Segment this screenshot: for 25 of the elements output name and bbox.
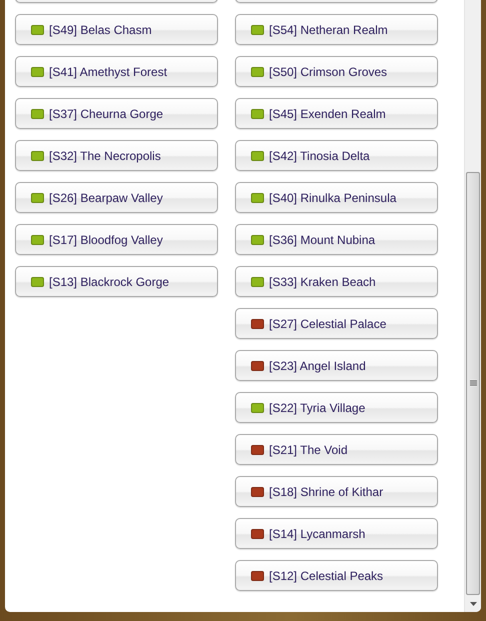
server-button[interactable]: [S37] Cheurna Gorge — [15, 98, 218, 129]
server-button[interactable]: [S41] Amethyst Forest — [15, 56, 218, 87]
server-button[interactable]: [S45] Exenden Realm — [235, 98, 438, 129]
server-button[interactable]: [S22] Tyria Village — [235, 392, 438, 423]
server-button[interactable]: [S23] Angel Island — [235, 350, 438, 381]
server-button[interactable]: [S33] Kraken Beach — [235, 266, 438, 297]
server-button[interactable]: [S26] Bearpaw Valley — [15, 182, 218, 213]
server-button[interactable]: [S42] Tinosia Delta — [235, 140, 438, 171]
server-button[interactable]: [S49] Belas Chasm — [15, 14, 218, 45]
server-button[interactable]: [S54] Netheran Realm — [235, 14, 438, 45]
server-button[interactable]: [S21] The Void — [235, 434, 438, 465]
server-button[interactable]: [S27] Celestial Palace — [235, 308, 438, 339]
server-button[interactable]: [S13] Blackrock Gorge — [15, 266, 218, 297]
server-button[interactable]: [S17] Bloodfog Valley — [15, 224, 218, 255]
server-button[interactable]: [S12] Celestial Peaks — [235, 560, 438, 591]
grip-icon — [470, 380, 476, 387]
scroll-down-icon[interactable] — [470, 602, 476, 606]
scrollbar-thumb[interactable] — [466, 172, 480, 595]
server-button[interactable]: [S18] Shrine of Kithar — [235, 476, 438, 507]
server-button[interactable]: [S40] Rinulka Peninsula — [235, 182, 438, 213]
server-button[interactable]: [S14] Lycanmarsh — [235, 518, 438, 549]
server-button[interactable]: [S32] The Necropolis — [15, 140, 218, 171]
server-button[interactable]: [S50] Crimson Groves — [235, 56, 438, 87]
server-button[interactable]: [S36] Mount Nubina — [235, 224, 438, 255]
scrollbar[interactable] — [464, 0, 481, 612]
